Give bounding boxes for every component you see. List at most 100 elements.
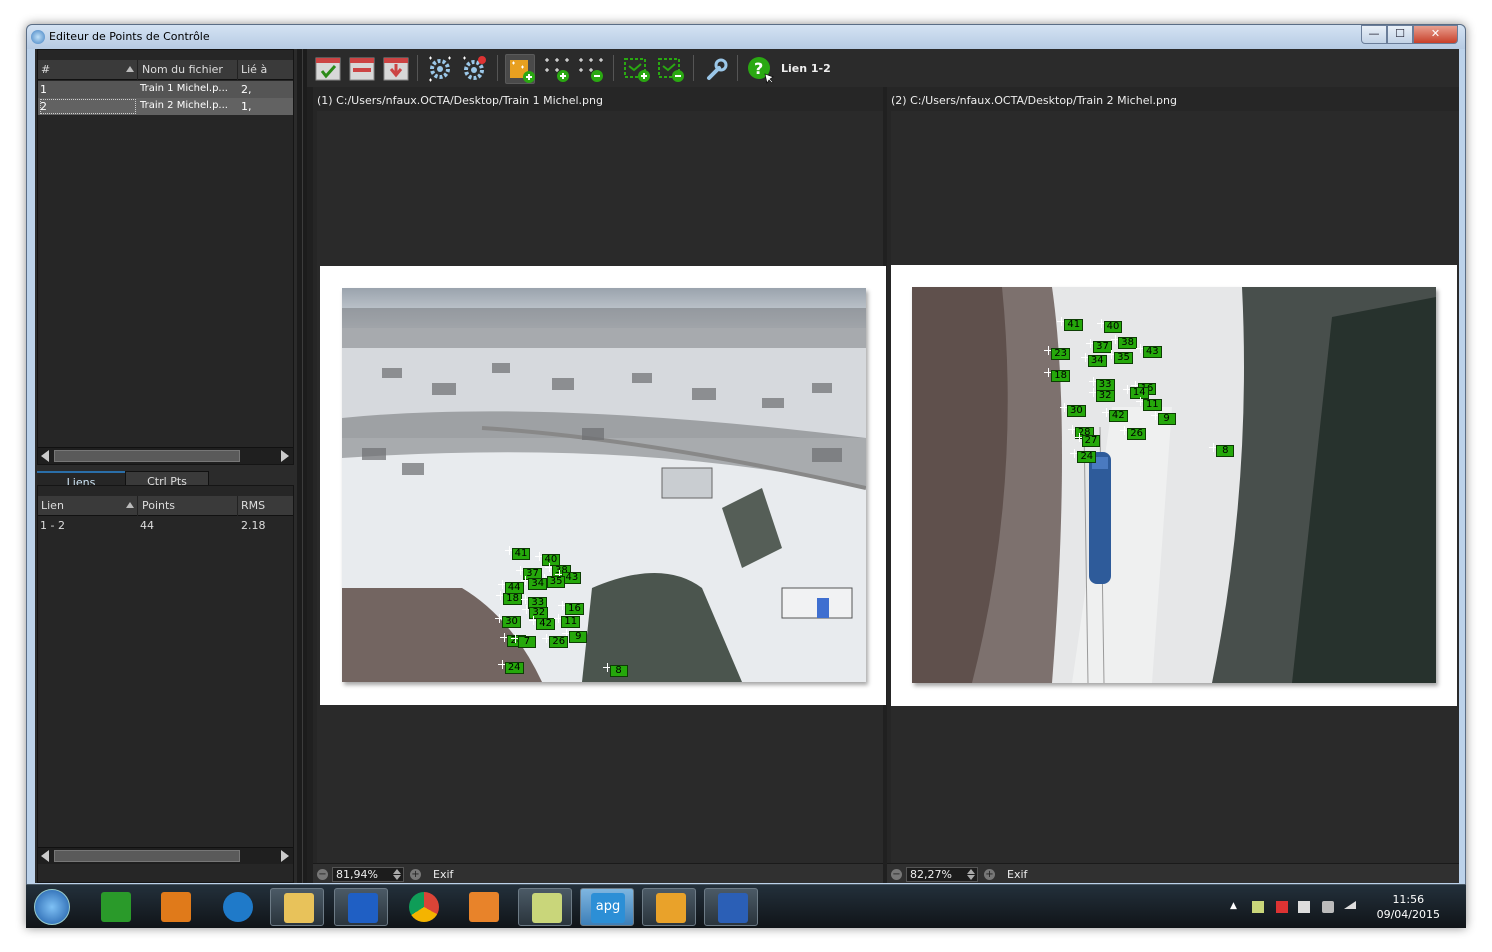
panel-splitter[interactable] [297, 49, 307, 883]
taskbar-network-app[interactable] [210, 888, 264, 926]
gcp-label[interactable]: 42 [536, 617, 555, 630]
add-point-icon[interactable] [541, 54, 571, 84]
remove-image-icon[interactable] [347, 54, 377, 84]
gcp-label[interactable]: 18 [503, 592, 522, 605]
scroll-right-icon[interactable] [281, 450, 289, 462]
zoom-out-icon[interactable]: − [891, 869, 902, 880]
table-row[interactable]: 1 Train 1 Michel.p... 2, [38, 81, 293, 98]
zoom-out-icon[interactable]: − [317, 869, 328, 880]
tray-flask-icon[interactable] [1252, 901, 1264, 913]
zoom-in-icon[interactable]: + [410, 869, 421, 880]
wrench-icon[interactable] [701, 54, 731, 84]
taskbar-stock-app[interactable] [88, 888, 142, 926]
remove-region-icon[interactable] [655, 54, 685, 84]
table-row[interactable]: 1 - 2 44 2.18 [38, 517, 293, 534]
col-linked-header[interactable]: Lié à [241, 63, 267, 76]
zoom-input[interactable]: 81,94% [332, 867, 404, 882]
gcp-label[interactable]: 43 [1142, 346, 1162, 359]
cog-delete-icon[interactable] [459, 54, 489, 84]
gcp-label[interactable]: 35 [546, 575, 566, 588]
volume-icon[interactable] [1322, 901, 1334, 913]
col-link-header[interactable]: Lien [41, 499, 64, 512]
scroll-thumb[interactable] [54, 850, 240, 862]
remove-point-icon[interactable] [575, 54, 605, 84]
taskbar-explorer-app[interactable] [270, 888, 324, 926]
exif-button[interactable]: Exif [1007, 868, 1027, 881]
col-points-header[interactable]: Points [142, 499, 175, 512]
add-points-icon[interactable] [505, 54, 535, 84]
gcp-label[interactable]: 26 [549, 635, 569, 648]
gcp-label[interactable]: 26 [1127, 428, 1146, 441]
taskbar-autodesk-app[interactable] [334, 888, 388, 926]
col-id-header[interactable]: # [41, 63, 50, 76]
gcp-label[interactable]: 30 [502, 616, 521, 629]
photo-scene [912, 287, 1436, 683]
links-table: Lien Points RMS 1 - 2 44 2.18 [37, 485, 294, 883]
gcp-label[interactable]: 27 [1081, 434, 1101, 447]
gcp-label[interactable]: 35 [1114, 351, 1133, 364]
gcp-label[interactable]: 41 [1064, 318, 1084, 331]
image-canvas[interactable]: 41 40 38 43 37 35 34 44 18 33 16 32 30 42 11 9 28 7 26 24 8 [317, 111, 886, 873]
device-icon[interactable] [1298, 901, 1310, 913]
col-rms-header[interactable]: RMS [241, 499, 265, 512]
gcp-label[interactable]: 23 [1051, 347, 1070, 360]
start-button[interactable] [30, 888, 74, 926]
taskbar-media-app[interactable] [148, 888, 202, 926]
gcp-label[interactable]: 9 [569, 630, 588, 643]
sort-arrow-icon[interactable] [126, 66, 134, 72]
col-name-header[interactable]: Nom du fichier [142, 63, 223, 76]
table-row[interactable]: 2 Train 2 Michel.p... 1, [38, 98, 293, 115]
maximize-button[interactable]: ☐ [1387, 25, 1413, 44]
gcp-label[interactable]: 16 [565, 603, 584, 616]
gcp-label[interactable]: 9 [1157, 412, 1176, 425]
gcp-label[interactable]: 34 [528, 578, 548, 591]
tray-expand-icon[interactable]: ▲ [1230, 901, 1242, 913]
taskbar-sticky-app[interactable] [456, 888, 510, 926]
gcp-label[interactable]: 8 [1216, 444, 1235, 457]
image-train-2[interactable]: 4140384337353423183316143211304292827262… [912, 287, 1436, 683]
taskbar-chrome-app[interactable] [396, 888, 450, 926]
taskbar-apg-app[interactable]: apg [580, 888, 634, 926]
image-canvas[interactable]: 4140384337353423183316143211304292827262… [891, 111, 1459, 873]
gcp-label[interactable]: 38 [1118, 337, 1138, 350]
scroll-left-icon[interactable] [41, 450, 49, 462]
add-region-icon[interactable] [621, 54, 651, 84]
scroll-right-icon[interactable] [281, 850, 289, 862]
gcp-label[interactable]: 11 [561, 616, 581, 629]
gcp-label[interactable]: 24 [504, 662, 524, 675]
validate-icon[interactable] [313, 54, 343, 84]
close-button[interactable]: ✕ [1413, 25, 1458, 44]
taskbar-flask-app[interactable] [518, 888, 572, 926]
gcp-label[interactable]: 32 [1095, 389, 1115, 402]
zoom-input[interactable]: 82,27% [906, 867, 978, 882]
horizontal-scrollbar[interactable] [38, 847, 293, 864]
scroll-left-icon[interactable] [41, 850, 49, 862]
gcp-label[interactable]: 24 [1077, 450, 1097, 463]
gcp-label[interactable]: 30 [1066, 404, 1086, 417]
title-bar[interactable]: Editeur de Points de Contrôle — ☐ ✕ [27, 25, 1465, 49]
scroll-thumb[interactable] [54, 450, 240, 462]
zoom-in-icon[interactable]: + [984, 869, 995, 880]
clock-time: 11:56 [1392, 893, 1425, 906]
minimize-button[interactable]: — [1361, 25, 1387, 44]
gcp-label[interactable]: 41 [511, 548, 531, 560]
flag-icon[interactable] [1276, 901, 1288, 913]
gcp-label[interactable]: 18 [1051, 370, 1070, 383]
gcp-label[interactable]: 40 [1103, 321, 1123, 334]
taskbar-outlook-app[interactable] [642, 888, 696, 926]
gcp-label[interactable]: 11 [1142, 399, 1162, 412]
image-train-1[interactable]: 41 40 38 43 37 35 34 44 18 33 16 32 30 42 11 9 28 7 26 24 8 [342, 288, 866, 682]
exif-button[interactable]: Exif [433, 868, 453, 881]
help-icon[interactable]: ? [745, 54, 775, 84]
signal-icon[interactable] [1344, 901, 1356, 909]
taskbar-word-app[interactable] [704, 888, 758, 926]
clock[interactable]: 11:56 09/04/2015 [1377, 892, 1440, 922]
gcp-label[interactable]: 7 [517, 635, 536, 648]
gcp-label[interactable]: 8 [609, 665, 628, 678]
gcp-label[interactable]: 34 [1087, 355, 1107, 368]
gcp-label[interactable]: 42 [1108, 409, 1128, 422]
sort-arrow-icon[interactable] [126, 502, 134, 508]
cog-points-icon[interactable] [425, 54, 455, 84]
import-icon[interactable] [381, 54, 411, 84]
horizontal-scrollbar[interactable] [38, 447, 293, 464]
